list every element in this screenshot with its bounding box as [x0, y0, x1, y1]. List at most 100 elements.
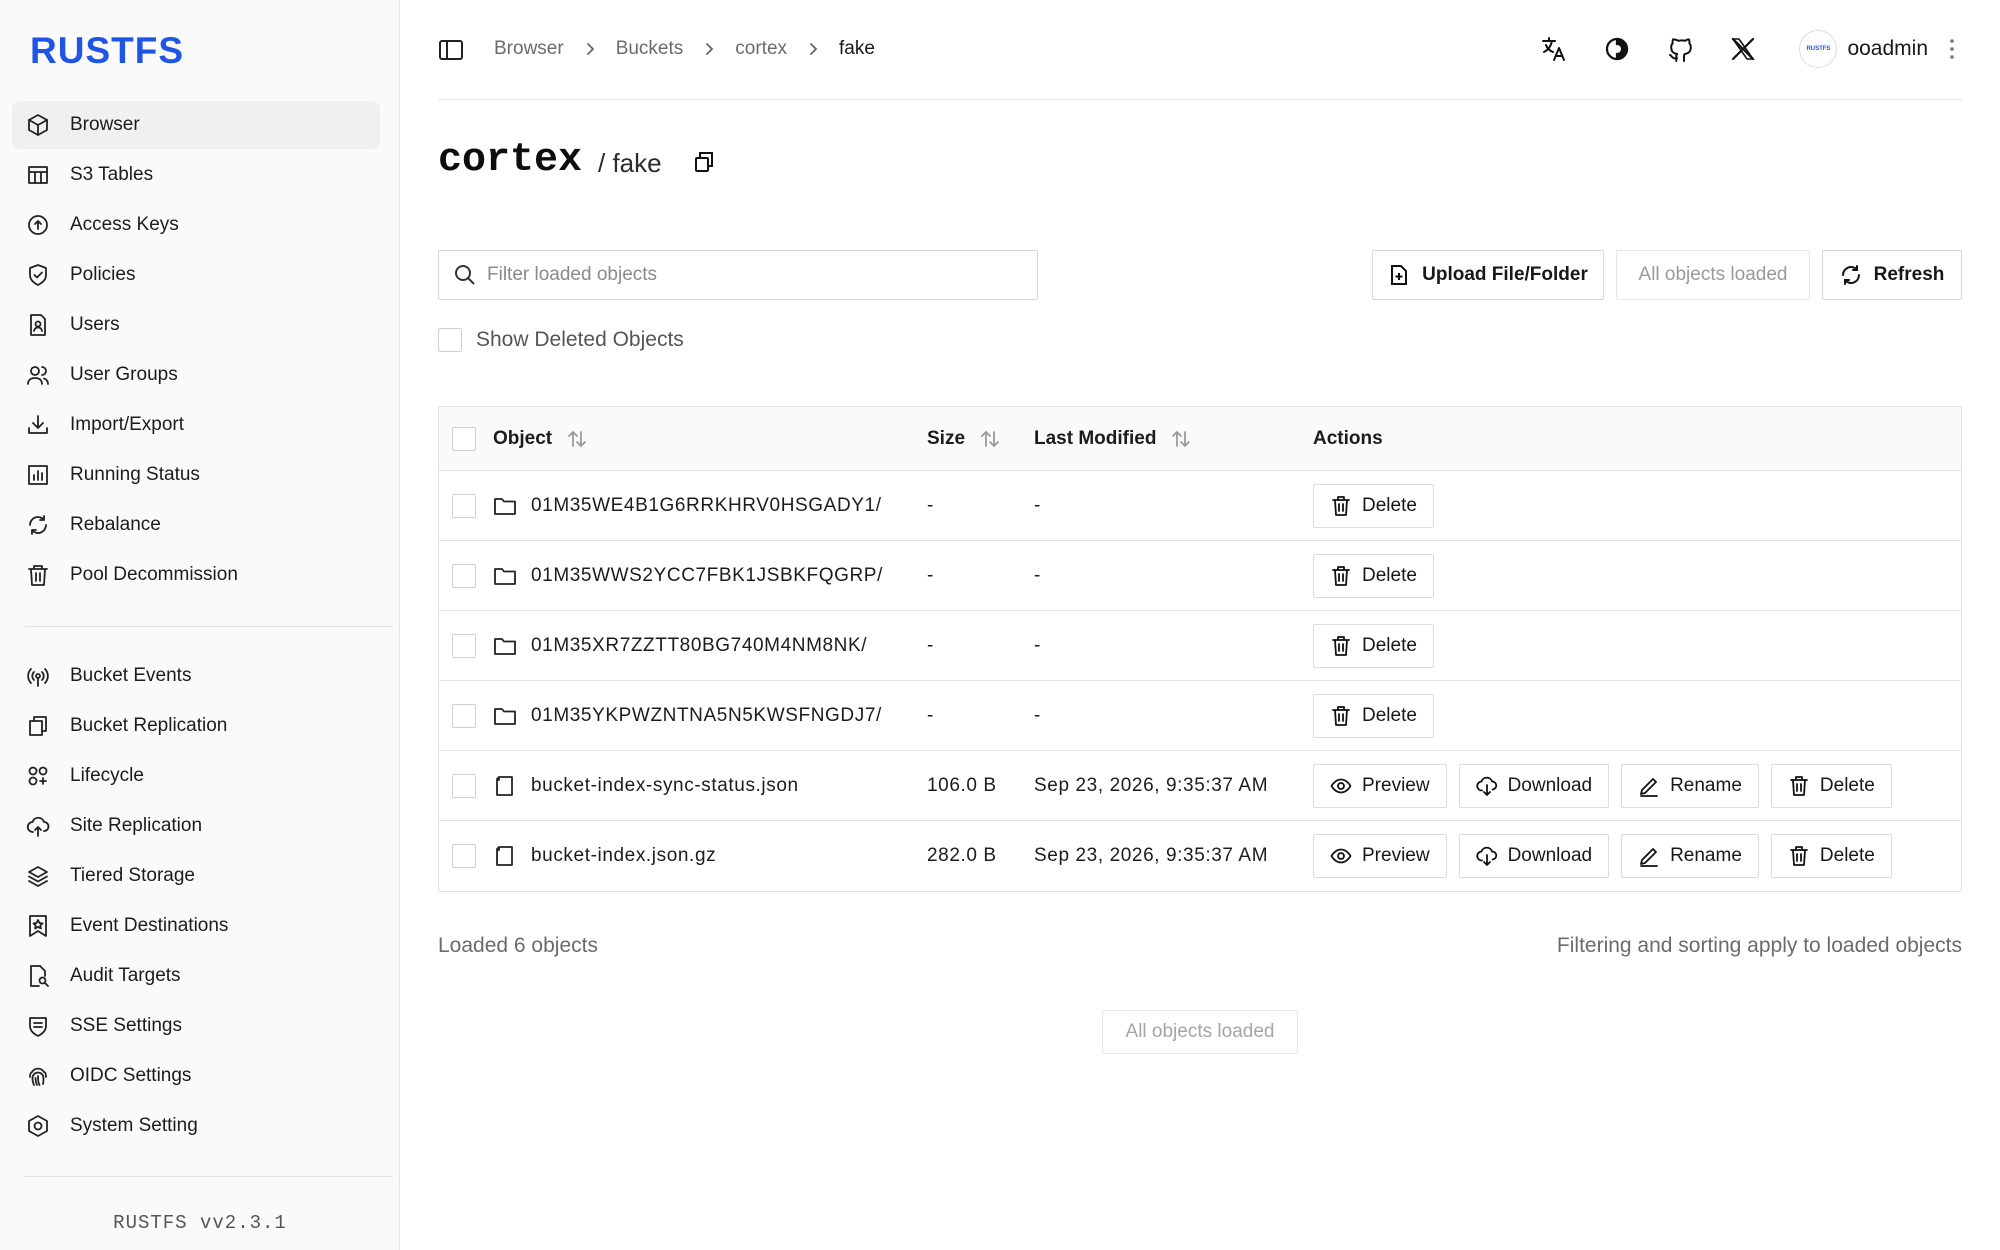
object-last-modified: Sep 23, 2026, 9:35:37 AM	[1034, 845, 1269, 866]
sidebar-item-tiered-storage[interactable]: Tiered Storage	[12, 852, 380, 900]
sidebar-item-pool-decommission[interactable]: Pool Decommission	[12, 551, 380, 599]
object-size: -	[927, 494, 934, 516]
download-button[interactable]: Download	[1458, 763, 1610, 808]
row-checkbox[interactable]	[452, 844, 476, 868]
refresh-button-label: Refresh	[1873, 264, 1945, 285]
object-cell[interactable]: bucket-index-sync-status.json	[493, 751, 799, 820]
cloud-download-icon	[1475, 845, 1508, 867]
sidebar-item-sse-settings[interactable]: SSE Settings	[12, 1002, 380, 1050]
sort-icon[interactable]	[566, 428, 588, 450]
delete-button[interactable]: Delete	[1770, 763, 1892, 808]
object-name[interactable]: 01M35XR7ZZTT80BG740M4NM8NK/	[531, 635, 867, 657]
row-checkbox[interactable]	[452, 493, 476, 518]
rustfs-logo[interactable]: RUSTFS	[30, 30, 184, 72]
username[interactable]: ooadmin	[1847, 37, 1928, 61]
loaded-count: Loaded 6 objects	[438, 934, 598, 957]
table-row[interactable]: 01M35WE4B1G6RRKHRV0HSGADY1/ - - Delete	[439, 471, 1961, 541]
sidebar-item-site-replication[interactable]: Site Replication	[12, 802, 380, 850]
column-last-modified[interactable]: Last Modified	[1034, 407, 1192, 470]
copy-icon	[26, 714, 50, 738]
sidebar-item-label: Users	[70, 314, 120, 335]
sidebar-toggle-icon[interactable]	[438, 38, 464, 62]
github-icon[interactable]	[1666, 35, 1694, 63]
box-icon	[26, 113, 50, 137]
table-row[interactable]: bucket-index.json.gz 282.0 B Sep 23, 2026,…	[439, 821, 1961, 891]
sidebar-item-event-destinations[interactable]: Event Destinations	[12, 902, 380, 950]
download-button[interactable]: Download	[1458, 834, 1610, 878]
search-icon	[453, 263, 487, 287]
preview-button[interactable]: Preview	[1313, 834, 1447, 878]
row-actions: Delete	[1313, 471, 1446, 540]
breadcrumb-item[interactable]: Browser	[494, 38, 564, 60]
sidebar-item-running-status[interactable]: Running Status	[12, 451, 380, 499]
file-search-icon	[26, 964, 50, 988]
select-all-checkbox[interactable]	[452, 426, 476, 451]
refresh-button[interactable]: Refresh	[1822, 250, 1962, 300]
object-cell[interactable]: 01M35WE4B1G6RRKHRV0HSGADY1/	[493, 471, 882, 540]
filter-input[interactable]	[487, 264, 1007, 286]
object-name[interactable]: 01M35YKPWZNTNA5N5KWSFNGDJ7/	[531, 705, 882, 727]
row-checkbox[interactable]	[452, 703, 476, 728]
theme-toggle-icon[interactable]	[1603, 35, 1631, 63]
avatar[interactable]: RUSTFS	[1799, 30, 1838, 68]
breadcrumb-item[interactable]: Buckets	[616, 38, 684, 60]
sidebar-item-bucket-replication[interactable]: Bucket Replication	[12, 702, 380, 750]
delete-button[interactable]: Delete	[1313, 483, 1434, 528]
delete-button[interactable]: Delete	[1770, 834, 1892, 878]
sort-icon[interactable]	[1170, 428, 1192, 450]
table-row[interactable]: 01M35YKPWZNTNA5N5KWSFNGDJ7/ - - Delete	[439, 681, 1961, 751]
copy-path-icon[interactable]	[692, 150, 716, 174]
object-name[interactable]: bucket-index-sync-status.json	[531, 775, 799, 797]
row-checkbox[interactable]	[452, 633, 476, 658]
sidebar-item-browser[interactable]: Browser	[12, 101, 380, 149]
sidebar-item-access-keys[interactable]: Access Keys	[12, 201, 380, 249]
column-object[interactable]: Object	[493, 407, 588, 470]
sidebar-divider	[25, 1176, 393, 1177]
object-cell[interactable]: 01M35XR7ZZTT80BG740M4NM8NK/	[493, 611, 867, 680]
upload-button[interactable]: Upload File/Folder	[1372, 250, 1604, 300]
sidebar-item-policies[interactable]: Policies	[12, 251, 380, 299]
sidebar-item-s3-tables[interactable]: S3 Tables	[12, 151, 380, 199]
object-name[interactable]: 01M35WE4B1G6RRKHRV0HSGADY1/	[531, 495, 882, 517]
language-icon[interactable]	[1540, 35, 1568, 63]
object-size: 282.0 B	[927, 845, 997, 866]
object-name[interactable]: bucket-index.json.gz	[531, 845, 716, 867]
preview-button[interactable]: Preview	[1313, 763, 1447, 808]
sidebar-item-label: Rebalance	[70, 514, 161, 535]
delete-button[interactable]: Delete	[1313, 553, 1434, 598]
action-label: Preview	[1362, 774, 1430, 796]
sidebar-item-label: SSE Settings	[70, 1015, 182, 1036]
sidebar-item-audit-targets[interactable]: Audit Targets	[12, 952, 380, 1000]
sidebar-item-oidc-settings[interactable]: OIDC Settings	[12, 1052, 380, 1100]
row-checkbox[interactable]	[452, 563, 476, 588]
table-row[interactable]: 01M35WWS2YCC7FBK1JSBKFQGRP/ - - Delete	[439, 541, 1961, 611]
sidebar-item-import-export[interactable]: Import/Export	[12, 401, 380, 449]
rename-button[interactable]: Rename	[1621, 834, 1759, 878]
table-row[interactable]: 01M35XR7ZZTT80BG740M4NM8NK/ - - Delete	[439, 611, 1961, 681]
object-cell[interactable]: 01M35YKPWZNTNA5N5KWSFNGDJ7/	[493, 681, 882, 750]
breadcrumb-item: fake	[839, 38, 875, 59]
delete-button[interactable]: Delete	[1313, 693, 1434, 738]
sidebar-item-user-groups[interactable]: User Groups	[12, 351, 380, 399]
more-menu-icon[interactable]	[1942, 35, 1962, 63]
table-row[interactable]: bucket-index-sync-status.json 106.0 B Sep …	[439, 751, 1961, 821]
trash-icon	[1330, 705, 1362, 727]
sidebar-item-bucket-events[interactable]: Bucket Events	[12, 652, 380, 700]
object-cell[interactable]: 01M35WWS2YCC7FBK1JSBKFQGRP/	[493, 541, 883, 610]
sidebar-item-rebalance[interactable]: Rebalance	[12, 501, 380, 549]
show-deleted-label: Show Deleted Objects	[476, 328, 684, 351]
object-name[interactable]: 01M35WWS2YCC7FBK1JSBKFQGRP/	[531, 565, 883, 587]
rename-button[interactable]: Rename	[1621, 763, 1759, 808]
sidebar-item-lifecycle[interactable]: Lifecycle	[12, 752, 380, 800]
column-size[interactable]: Size	[927, 407, 1001, 470]
row-checkbox[interactable]	[452, 773, 476, 798]
show-deleted-checkbox[interactable]	[438, 328, 462, 352]
sort-icon[interactable]	[979, 428, 1001, 450]
delete-button[interactable]: Delete	[1313, 623, 1434, 668]
sidebar-item-users[interactable]: Users	[12, 301, 380, 349]
breadcrumb-item[interactable]: cortex	[735, 38, 787, 60]
sidebar-item-system-setting[interactable]: System Setting	[12, 1102, 380, 1150]
key-circle-icon	[26, 213, 50, 237]
x-twitter-icon[interactable]	[1729, 35, 1757, 63]
object-cell[interactable]: bucket-index.json.gz	[493, 821, 716, 891]
